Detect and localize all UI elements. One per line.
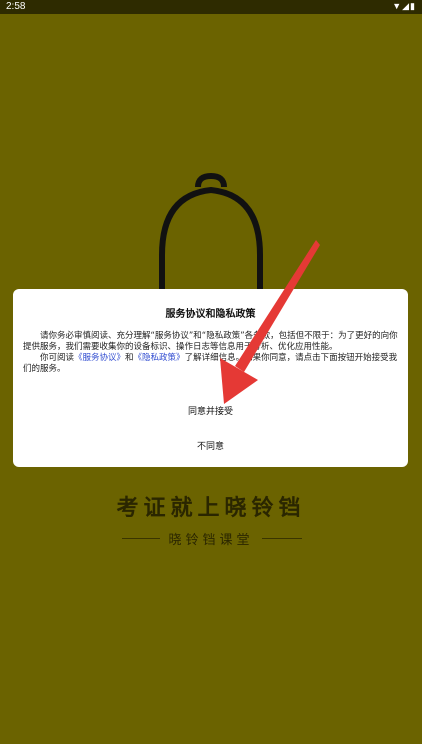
brand-name: 晓铃铛课堂 xyxy=(168,533,254,548)
dialog-body: 请你务必审慎阅读、充分理解“服务协议”和“隐私政策”各条款，包括但不限于：为了更… xyxy=(23,331,399,375)
p2-and: 和 xyxy=(125,353,134,363)
dialog-paragraph-2: 你可阅读《服务协议》和《隐私政策》了解详细信息。如果你同意，请点击下面按钮开始接… xyxy=(23,353,399,375)
wifi-icon: ▼ xyxy=(392,1,403,11)
privacy-policy-link[interactable]: 《隐私政策》 xyxy=(134,353,185,363)
agree-button[interactable]: 同意并接受 xyxy=(13,404,408,417)
battery-icon: ▮ xyxy=(410,1,416,11)
dialog-paragraph-1: 请你务必审慎阅读、充分理解“服务协议”和“隐私政策”各条款，包括但不限于：为了更… xyxy=(23,331,398,352)
slogan: 考证就上晓铃铛 xyxy=(116,496,306,521)
dialog-title: 服务协议和隐私政策 xyxy=(165,309,256,320)
status-icons: ▼◢▮ xyxy=(392,1,416,12)
signal-icon: ◢ xyxy=(402,1,411,11)
status-bar: 2:58 ▼◢▮ xyxy=(0,0,422,14)
privacy-dialog: 服务协议和隐私政策 请你务必审慎阅读、充分理解“服务协议”和“隐私政策”各条款，… xyxy=(13,289,408,467)
disagree-button[interactable]: 不同意 xyxy=(13,439,408,452)
status-time: 2:58 xyxy=(6,1,26,12)
service-agreement-link[interactable]: 《服务协议》 xyxy=(74,353,125,363)
p2-prefix: 你可阅读 xyxy=(40,353,75,363)
brand-divider-right xyxy=(262,538,302,539)
